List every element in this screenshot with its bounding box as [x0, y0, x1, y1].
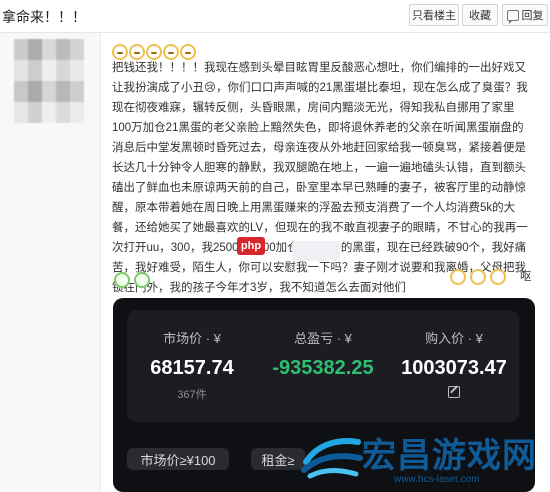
- site-logo-icon: [301, 438, 363, 479]
- site-watermark: 宏昌游戏网 www.hcs-laser.com: [298, 418, 550, 492]
- smile-emoji-icon: [470, 269, 486, 285]
- inventory-stats-panel: 市场价 · ¥ 68157.74 367件 总盈亏 · ¥ -935382.25…: [127, 310, 519, 422]
- avatar[interactable]: [14, 39, 84, 123]
- favorite-button[interactable]: 收藏: [462, 4, 498, 26]
- buy-in-stat: 购入价 · ¥ 1003073.47: [389, 328, 519, 403]
- topbar: 拿命来！！！ 只看楼主 收藏 回复: [0, 0, 550, 33]
- post-body-text: 把钱还我！！！！我现在感到头晕目眩胃里反酸恶心想吐，你们编排的一出好戏又让我扮演…: [112, 62, 528, 294]
- post-tail-word: 呕: [520, 271, 532, 283]
- market-value-label: 市场价 · ¥: [163, 331, 221, 346]
- php-watermark-badge: php: [237, 237, 265, 255]
- author-sidebar: [0, 33, 101, 492]
- edit-icon[interactable]: [448, 386, 460, 398]
- reply-icon: [506, 9, 519, 24]
- buy-in-label: 购入价 · ¥: [425, 331, 483, 346]
- site-url: www.hcs-laser.com: [394, 474, 480, 485]
- obscured-text-mask: [292, 241, 340, 261]
- nausea-emoji-icon: [114, 272, 130, 288]
- only-op-button[interactable]: 只看楼主: [409, 4, 459, 26]
- filter-chip-market-price[interactable]: 市场价≥¥100: [127, 448, 229, 470]
- market-value-stat: 市场价 · ¥ 68157.74 367件: [127, 328, 257, 402]
- filter-chip-rent[interactable]: 租金≥: [251, 448, 305, 470]
- site-brand: 宏昌游戏网: [362, 437, 537, 475]
- market-value: 68157.74: [150, 357, 234, 379]
- smile-emoji-icon: [450, 269, 466, 285]
- reply-button[interactable]: 回复: [502, 4, 548, 26]
- reply-label: 回复: [521, 10, 544, 22]
- nausea-emoji-icon: [134, 272, 150, 288]
- total-pnl-stat: 总盈亏 · ¥ -935382.25: [258, 328, 388, 380]
- item-count: 367件: [177, 389, 207, 401]
- total-pnl-label: 总盈亏 · ¥: [294, 331, 352, 346]
- total-pnl-value: -935382.25: [272, 357, 374, 379]
- thread-title: 拿命来！！！: [2, 9, 86, 25]
- smile-emoji-icon: [490, 269, 506, 285]
- buy-in-value: 1003073.47: [401, 357, 507, 379]
